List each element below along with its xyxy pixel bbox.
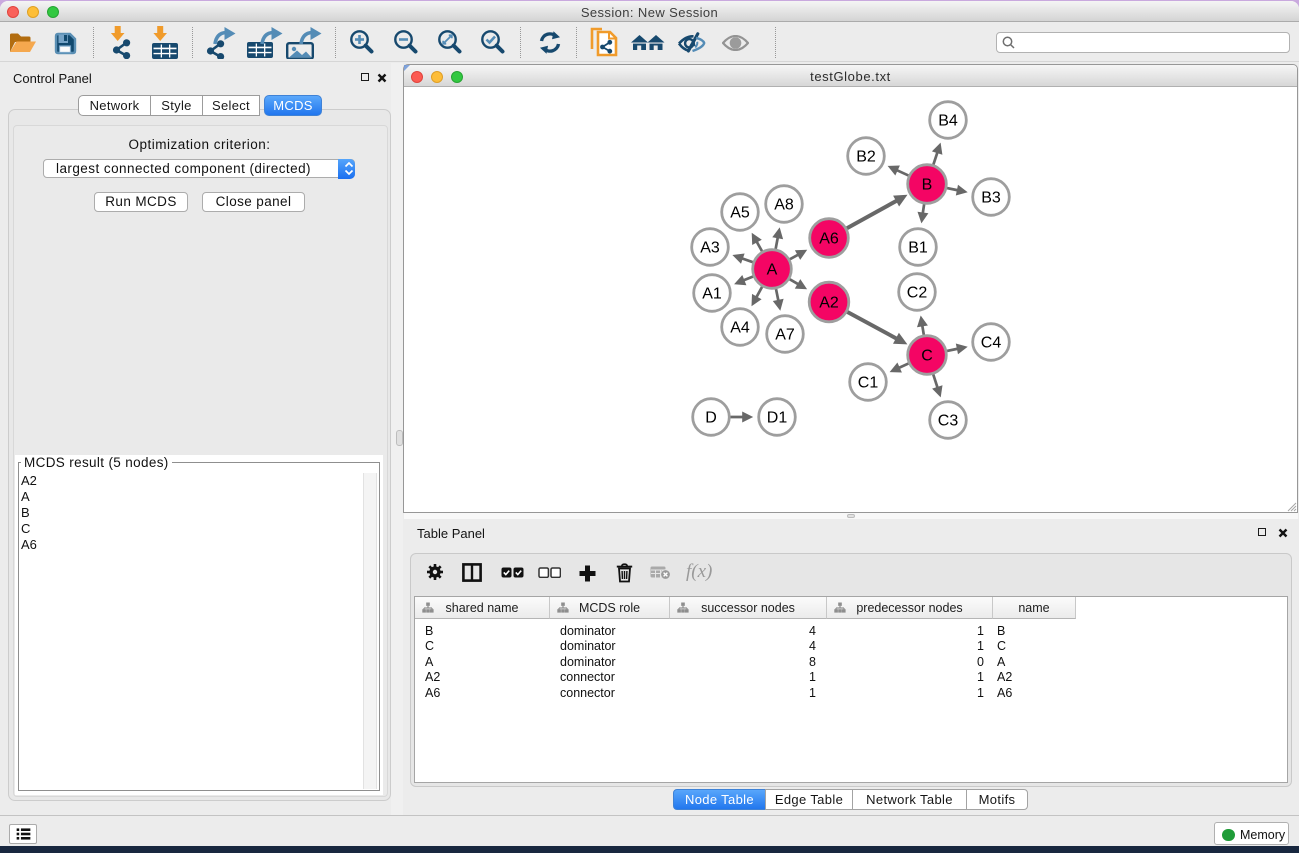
svg-text:C: C	[921, 348, 933, 365]
svg-text:A3: A3	[700, 240, 720, 257]
svg-text:B3: B3	[981, 190, 1001, 207]
svg-text:A4: A4	[730, 320, 750, 337]
svg-text:C3: C3	[938, 413, 959, 430]
svg-text:B4: B4	[938, 113, 958, 130]
svg-text:A: A	[767, 262, 778, 279]
svg-text:C2: C2	[907, 285, 928, 302]
svg-text:A5: A5	[730, 205, 750, 222]
svg-text:A8: A8	[774, 197, 794, 214]
svg-text:C1: C1	[858, 375, 879, 392]
svg-text:A1: A1	[702, 286, 722, 303]
svg-text:B2: B2	[856, 149, 876, 166]
svg-text:D1: D1	[767, 410, 788, 427]
svg-text:B: B	[922, 177, 933, 194]
svg-text:B1: B1	[908, 240, 928, 257]
svg-text:A7: A7	[775, 327, 795, 344]
svg-text:D: D	[705, 410, 717, 427]
svg-text:A6: A6	[819, 231, 839, 248]
svg-text:A2: A2	[819, 295, 839, 312]
svg-text:C4: C4	[981, 335, 1002, 352]
